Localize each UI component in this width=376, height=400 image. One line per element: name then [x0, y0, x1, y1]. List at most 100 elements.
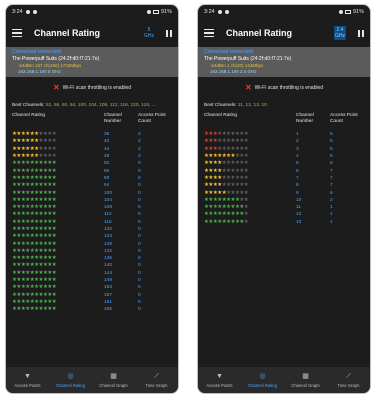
- battery-icon: [152, 10, 159, 14]
- nav-wifi[interactable]: ▼ Access Points: [200, 373, 240, 388]
- ap-count: 0: [138, 227, 141, 232]
- nav-label: Access Points: [14, 382, 41, 388]
- ap-count: 0: [138, 168, 141, 174]
- band-toggle-button[interactable]: 2.4 GHz: [334, 26, 346, 40]
- table-row: ★★★★★★★★★★ 8 7: [204, 182, 364, 189]
- channel-number: 8: [296, 183, 299, 189]
- battery-level: 91%: [352, 9, 364, 15]
- status-bar: 3:24 91%: [6, 5, 178, 19]
- rating-stars: ★★★★★★★★★★: [12, 291, 57, 298]
- rating-stars: ★★★★★★★★★★: [204, 196, 249, 203]
- app-title: Channel Rating: [226, 28, 293, 38]
- menu-icon[interactable]: [204, 29, 214, 37]
- best-channels-values: 11, 12, 13, 10: [237, 103, 267, 108]
- channel-number: 11: [296, 205, 301, 211]
- channel-number: 149: [104, 278, 113, 284]
- menu-icon[interactable]: [12, 29, 22, 37]
- nav-label: Channel Rating: [56, 382, 85, 388]
- rating-stars: ★★★★★★★★★★: [204, 174, 249, 181]
- status-time: 3:24: [204, 9, 215, 15]
- nav-channel-rating[interactable]: ◎ Channel Rating: [51, 373, 91, 388]
- table-row: ★★★★★★★★★★ 9 6: [204, 189, 364, 196]
- table-row: ★★★★★★★★★★ 165 0: [12, 306, 172, 313]
- ap-count: 0: [138, 190, 141, 196]
- connection-status: Connected connected: [204, 49, 253, 55]
- table-row: ★★★★★★★★★★ 132 0: [12, 248, 172, 255]
- throttle-text: Wi-Fi scan throttling is enabled: [62, 85, 132, 91]
- ap-count: 1: [330, 212, 333, 218]
- rating-stars: ★★★★★★★★★★: [204, 167, 249, 174]
- band-toggle-button[interactable]: 5 GHz: [144, 27, 154, 39]
- header-ap-count: Access Point Count: [330, 113, 358, 124]
- notification-icon: [25, 10, 30, 14]
- wifi-signal-icon: [338, 10, 343, 14]
- rating-stars: ★★★★★★★★★★: [12, 211, 57, 218]
- table-row: ★★★★★★★★★★ 13 1: [204, 219, 364, 226]
- channel-number: 52: [104, 161, 110, 167]
- band-label-bottom: GHz: [144, 33, 154, 39]
- channel-number: 3: [296, 146, 299, 152]
- phone-5ghz: 3:24 91% Channel Rating 5 GHz Connected conne…: [5, 4, 179, 394]
- nav-time-graph[interactable]: ⟋ Time Graph: [329, 373, 369, 388]
- notification-icon: [217, 10, 222, 14]
- ap-count: 2: [138, 132, 141, 138]
- rating-stars: ★★★★★★★★★★: [204, 218, 249, 225]
- channel-rating-icon: ◎: [259, 372, 266, 380]
- channel-number: 136: [104, 256, 113, 262]
- ap-count: 1: [330, 219, 333, 225]
- ap-count: 2: [138, 154, 141, 160]
- connection-ip: 192.168.1.100 2.4 GHz: [210, 69, 257, 74]
- channel-graph-icon: ▦: [302, 372, 309, 380]
- ap-count: 7: [330, 183, 333, 189]
- nav-channel-rating[interactable]: ◎ Channel Rating: [243, 373, 283, 388]
- table-header: Channel Rating Channel Number Access Point…: [198, 113, 370, 131]
- channel-number: 120: [104, 227, 113, 232]
- rating-stars: ★★★★★★★★★★: [12, 284, 57, 291]
- ap-count: 2: [138, 146, 141, 152]
- battery-level: 91%: [160, 9, 172, 15]
- ap-count: 0: [138, 263, 141, 269]
- channel-number: 104: [104, 197, 113, 203]
- channel-number: 157: [104, 292, 113, 298]
- channel-number: 112: [104, 212, 112, 218]
- bottom-nav: ▼ Access Points ◎ Channel Rating ▦ Channel Gr…: [198, 367, 370, 393]
- pause-icon[interactable]: [358, 29, 364, 37]
- channel-table: ★★★★★★★★★★ 1 6 ★★★★★★★★★★ 2 6 ★★★★★★★★★★ 3 6 ★★★★…: [198, 131, 370, 226]
- status-bar: 3:24 91%: [198, 5, 370, 19]
- app-bar: Channel Rating 5 GHz: [6, 19, 178, 47]
- table-row: ★★★★★★★★★★ 124 0: [12, 233, 172, 240]
- wifi-icon: ▼: [24, 372, 31, 380]
- rating-stars: ★★★★★★★★★★: [12, 182, 57, 189]
- channel-table: ★★★★★★★★★★ 36 2 ★★★★★★★★★★ 40 2 ★★★★★★★★★★ 44 2 ★…: [6, 131, 178, 313]
- ap-count: 0: [138, 278, 141, 284]
- best-channels-label: Best Channels:: [12, 103, 45, 108]
- table-row: ★★★★★★★★★★ 56 0: [12, 167, 172, 174]
- connection-status: Connected connected: [12, 49, 61, 55]
- phone-2-4ghz: 3:24 91% Channel Rating 2.4 GHz Connected con…: [197, 4, 371, 394]
- rating-stars: ★★★★★★★★★★: [204, 160, 249, 167]
- pause-icon[interactable]: [166, 29, 172, 37]
- ap-count: 0: [138, 285, 141, 291]
- channel-graph-icon: ▦: [110, 372, 117, 380]
- header-channel: Channel Number: [104, 113, 122, 124]
- ap-count: 6: [330, 154, 333, 160]
- rating-stars: ★★★★★★★★★★: [12, 226, 57, 232]
- connection-ssid: The Powerpuff Suits (24:2f:d0:f7:21:7e): [12, 56, 100, 62]
- table-row: ★★★★★★★★★★ 44 2: [12, 146, 172, 153]
- rating-stars: ★★★★★★★★★★: [12, 145, 57, 152]
- table-row: ★★★★★★★★★★ 10 2: [204, 197, 364, 204]
- nav-channel-graph[interactable]: ▦ Channel Graph: [94, 373, 134, 388]
- nav-time-graph[interactable]: ⟋ Time Graph: [137, 373, 177, 388]
- channel-number: 161: [104, 299, 113, 305]
- connection-panel: Connected connected The Powerpuff Suits (…: [6, 47, 178, 77]
- channel-number: 165: [104, 307, 113, 313]
- ap-count: 0: [138, 292, 141, 298]
- nav-label: Channel Graph: [291, 382, 320, 388]
- table-row: ★★★★★★★★★★ 40 2: [12, 138, 172, 145]
- nav-wifi[interactable]: ▼ Access Points: [8, 373, 48, 388]
- rating-stars: ★★★★★★★★★★: [204, 145, 249, 152]
- channel-number: 44: [104, 146, 110, 152]
- nav-channel-graph[interactable]: ▦ Channel Graph: [286, 373, 326, 388]
- app-bar: Channel Rating 2.4 GHz: [198, 19, 370, 47]
- ap-count: 2: [330, 197, 333, 203]
